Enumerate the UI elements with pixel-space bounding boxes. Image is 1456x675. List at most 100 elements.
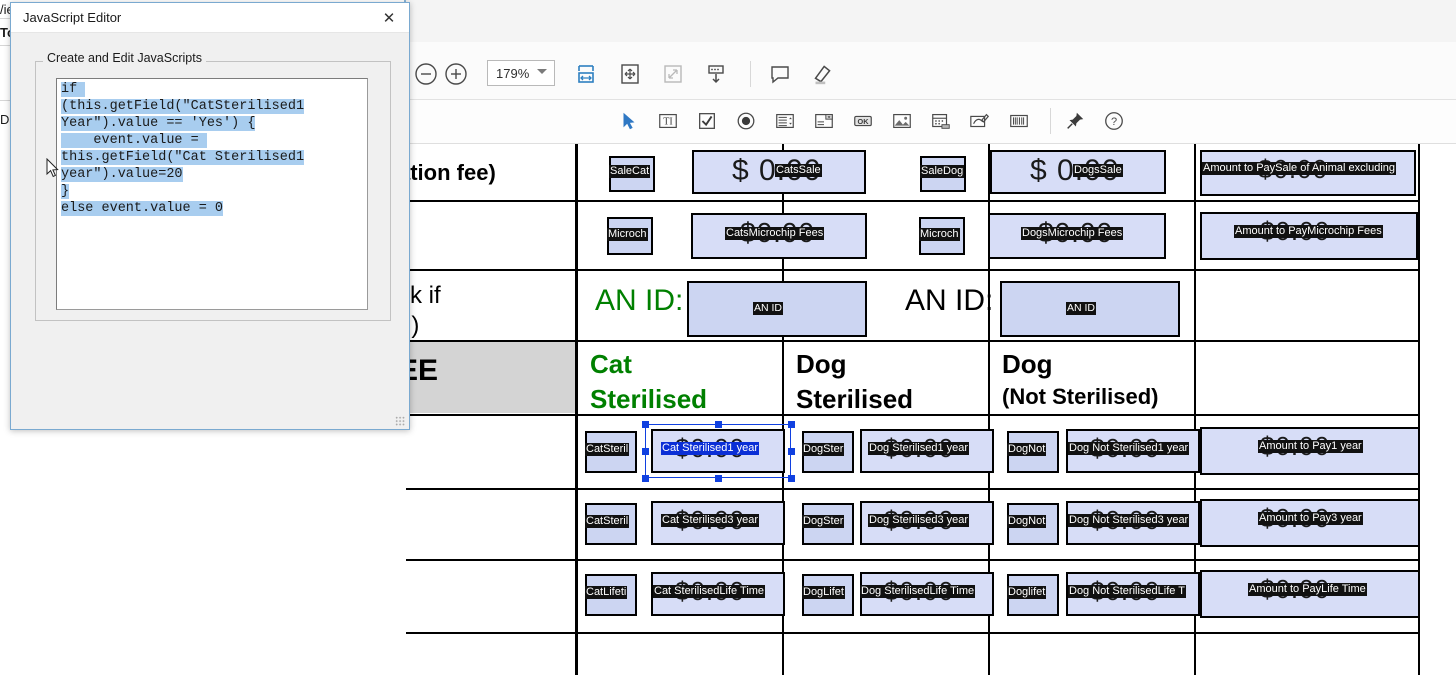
field-name-cat-check-lifetime: CatLifeti: [585, 586, 628, 599]
resize-handle-n[interactable]: [715, 421, 722, 428]
svg-text:TI: TI: [663, 117, 673, 128]
resize-handle-nw[interactable]: [642, 421, 649, 428]
field-name-cat-check-1-year: CatSteril: [585, 443, 630, 456]
field-name-microchip-dog: Microch: [919, 228, 960, 241]
help-icon[interactable]: ?: [1101, 108, 1127, 134]
comment-icon[interactable]: [766, 60, 794, 88]
fit-width-icon[interactable]: [572, 60, 600, 88]
list-box-field-icon[interactable]: [772, 108, 798, 134]
code-line-4: event.value =: [61, 133, 207, 148]
dialog-button-row: OK Cancel Go to...: [11, 369, 409, 429]
an-id-label-cat: AN ID:: [595, 284, 684, 317]
resize-grip[interactable]: [395, 416, 405, 426]
code-line-6: year").value=20: [61, 167, 183, 182]
resize-handle-e[interactable]: [788, 448, 795, 455]
field-name-cats-sale: CatsSale: [775, 164, 822, 177]
field-name-sale-dog: SaleDog: [920, 165, 965, 178]
label-fee-header: EE: [406, 354, 439, 387]
code-line-7: }: [61, 184, 70, 199]
highlight-icon[interactable]: [808, 60, 836, 88]
field-name-cat-amount-lifetime: Cat SterilisedLife Time: [653, 585, 766, 598]
code-line-1: if: [61, 82, 86, 97]
javascript-code-editor[interactable]: if (this.getField("CatSterilised1 Year")…: [56, 78, 368, 310]
date-field-icon[interactable]: [928, 108, 954, 134]
field-name-microchip-cat: Microch: [607, 228, 648, 241]
field-name-pay-lifetime: Amount to PayLife Time: [1248, 583, 1367, 596]
toolbar-separator-1: [750, 61, 751, 87]
field-name-dogs-sale: DogsSale: [1073, 164, 1123, 177]
field-name-pay-3-year: Amount to Pay3 year: [1258, 512, 1363, 525]
column-header-dog-line1: Dog: [796, 349, 847, 379]
field-name-dognot-check-lifetime: Doglifet: [1007, 586, 1047, 599]
column-header-dognot-line2: (Not Sterilised): [1002, 384, 1159, 409]
close-icon[interactable]: ✕: [369, 3, 409, 33]
download-icon[interactable]: [702, 60, 730, 88]
resize-handle-se[interactable]: [788, 475, 795, 482]
field-name-dog-check-lifetime: DogLifet: [802, 586, 845, 599]
field-name-cats-microchip: CatsMicrochip Fees: [725, 227, 825, 240]
fit-page-icon[interactable]: [659, 60, 687, 88]
button-field-icon[interactable]: OK: [850, 108, 876, 134]
image-field-icon[interactable]: [889, 108, 915, 134]
table-row-divider-2: [406, 269, 1420, 271]
table-row-divider-5: [406, 488, 1420, 490]
field-name-dognot-check-1-year: DogNot: [1007, 443, 1047, 456]
field-name-cat-check-3-year: CatSteril: [585, 515, 630, 528]
chevron-down-icon[interactable]: [537, 69, 547, 74]
pin-icon[interactable]: [1062, 108, 1088, 134]
select-tool-icon[interactable]: [616, 108, 642, 134]
zoom-out-icon[interactable]: [412, 60, 440, 88]
pdf-page: ation fee) ck if d) EE SaleCat $ 0.00 Ca…: [406, 144, 1450, 675]
signature-field-icon[interactable]: [967, 108, 993, 134]
dialog-body: Create and Edit JavaScripts if (this.get…: [11, 33, 409, 429]
field-name-an-id-cat: AN ID: [753, 302, 784, 315]
resize-handle-w[interactable]: [642, 448, 649, 455]
tab-panel: [404, 0, 1456, 42]
column-header-dognot-line1: Dog: [1002, 349, 1053, 379]
label-tick-if: ck if: [406, 282, 441, 309]
resize-handle-sw[interactable]: [642, 475, 649, 482]
code-line-8: else event.value = 0: [61, 201, 224, 216]
field-name-an-id-dog: AN ID: [1066, 302, 1097, 315]
dialog-titlebar[interactable]: JavaScript Editor ✕: [11, 3, 409, 33]
field-name-dognot-check-3-year: DogNot: [1007, 515, 1047, 528]
radio-button-field-icon[interactable]: [733, 108, 759, 134]
dialog-title: JavaScript Editor: [23, 10, 122, 25]
resize-handle-ne[interactable]: [788, 421, 795, 428]
field-name-dog-amount-lifetime: Dog SterilisedLife Time: [860, 585, 976, 598]
field-name-dog-check-1-year: DogSter: [802, 443, 845, 456]
code-line-2: (this.getField("CatSterilised1: [61, 99, 305, 114]
field-name-dog-check-3-year: DogSter: [802, 515, 845, 528]
zoom-in-icon[interactable]: [442, 60, 470, 88]
resize-handle-s[interactable]: [715, 475, 722, 482]
field-name-dog-amount-3-year: Dog Sterilised3 year: [868, 514, 970, 527]
field-name-pay-microchip: Amount to PayMicrochip Fees: [1234, 225, 1383, 238]
field-name-dognot-amount-3-year: Dog Not Sterilised3 year: [1068, 514, 1190, 527]
field-name-dognot-amount-1-year: Dog Not Sterilised1 year: [1068, 442, 1190, 455]
javascript-editor-dialog[interactable]: JavaScript Editor ✕ Create and Edit Java…: [10, 2, 410, 430]
checkbox-field-icon[interactable]: [694, 108, 720, 134]
text-field-icon[interactable]: TI: [655, 108, 681, 134]
field-selection-box[interactable]: [645, 424, 791, 478]
pdf-page-viewport[interactable]: ation fee) ck if d) EE SaleCat $ 0.00 Ca…: [406, 144, 1456, 675]
view-toolbar: [404, 42, 1456, 100]
group-box-legend: Create and Edit JavaScripts: [43, 51, 206, 65]
field-name-cat-amount-3-year: Cat Sterilised3 year: [661, 514, 759, 527]
field-name-dognot-amount-lifetime: Dog Not SterilisedLife T: [1068, 585, 1186, 598]
toolbar-separator-2: [1050, 108, 1051, 134]
field-name-dog-amount-1-year: Dog Sterilised1 year: [868, 442, 970, 455]
table-row-divider-7: [406, 632, 1420, 634]
field-name-pay-1-year: Amount to Pay1 year: [1258, 440, 1363, 453]
column-header-dog-line2: Sterilised: [796, 384, 914, 414]
table-row-divider-1: [406, 200, 1420, 202]
barcode-field-icon[interactable]: [1006, 108, 1032, 134]
dropdown-field-icon[interactable]: [811, 108, 837, 134]
svg-text:?: ?: [1111, 116, 1117, 128]
label-registration-fee: ation fee): [406, 160, 496, 185]
code-line-5: this.getField("Cat Sterilised1: [61, 150, 305, 165]
svg-text:OK: OK: [858, 117, 870, 126]
column-header-cat-line2: Sterilised: [590, 384, 708, 414]
an-id-label-dog: AN ID:: [905, 284, 994, 317]
pan-icon[interactable]: [616, 60, 644, 88]
table-col-divider-1: [575, 144, 578, 675]
